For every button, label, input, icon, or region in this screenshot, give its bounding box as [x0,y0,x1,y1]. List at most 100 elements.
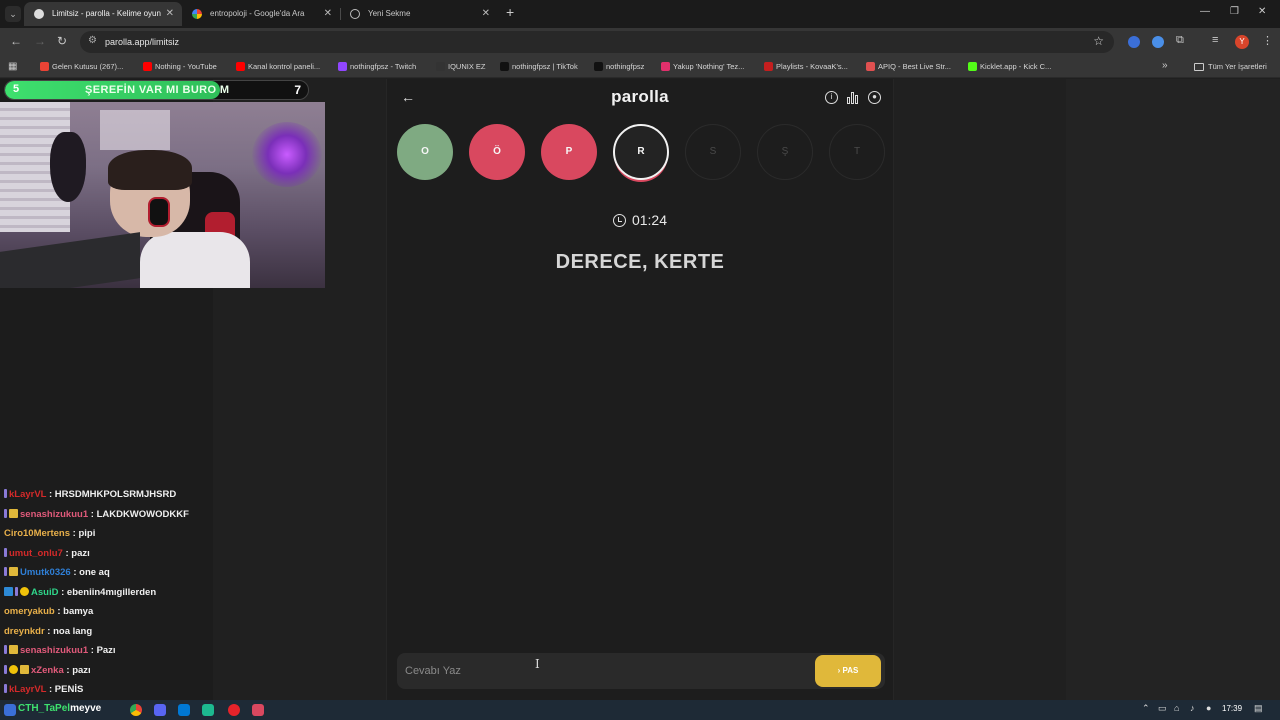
bookmark-item[interactable]: Playlists - KovaaK's... [764,56,848,78]
chat-separator: : [88,508,97,520]
profile-avatar[interactable]: Y [1235,35,1249,49]
bookmark-star-icon[interactable]: ☆ [1093,34,1104,48]
start-icon[interactable] [4,704,16,716]
chat-separator: : [58,586,67,598]
stick-badge-icon [4,567,7,576]
app-taskbar-icon[interactable] [202,704,214,716]
discord-taskbar-icon[interactable] [154,704,166,716]
close-icon[interactable]: ✕ [324,2,332,26]
pas-button[interactable]: › PAS [815,655,881,687]
answer-input[interactable] [405,657,805,685]
bookmark-item[interactable]: APIQ - Best Live Str... [866,56,951,78]
extensions-puzzle-icon[interactable]: ⧉ [1176,34,1184,47]
extension-icon[interactable] [1152,36,1164,48]
chat-username: Ciro10Mertens [4,528,70,539]
stick-badge-icon [15,586,18,596]
bookmark-item[interactable]: nothingfpsz - Twitch [338,56,416,78]
letter-correct: O [397,124,453,180]
ticker-suffix: meyve [70,703,102,714]
tab-google[interactable]: entropoloji - Google'da Ara ✕ [182,2,340,26]
chat-separator: : [54,606,64,617]
close-icon[interactable]: ✕ [482,2,490,26]
network-icon[interactable]: ⌂ [1174,703,1179,713]
user-icon[interactable]: ● [868,91,881,104]
letter-pending: S [685,124,741,180]
chat-username: omeryakub [4,606,55,617]
forward-button[interactable]: → [34,34,46,48]
all-bookmarks-label: Tüm Yer İşaretleri [1208,62,1267,71]
chat-message: umut_onlu7 : pazı [4,547,214,568]
google-favicon-icon [192,9,202,19]
address-bar[interactable]: ⚙ parolla.app/limitsiz ☆ [80,31,1114,53]
stats-icon[interactable] [847,91,860,104]
bookmark-label: Gelen Kutusu (267)... [52,62,124,71]
reading-list-icon[interactable]: ≡ [1212,34,1218,46]
bookmark-label: APIQ - Best Live Str... [878,62,951,71]
chat-separator: : [46,684,55,695]
mod-badge-icon [4,586,13,596]
bookmark-item[interactable]: Kanal kontrol paneli... [236,56,320,78]
chat-username: dreynkdr [4,625,45,637]
tray-chevron-icon[interactable]: ⌃ [1142,703,1150,714]
tab-parolla[interactable]: Limitsiz - parolla - Kelime oyun ✕ [24,2,182,26]
close-icon[interactable]: ✕ [166,2,174,26]
bookmark-item[interactable]: Kicklet.app - Kick C... [968,56,1051,78]
taskbar: CTH_TaPelmeyve ⌃ ▭ ⌂ ♪ ● 17:39 ▤ [0,700,1280,720]
bookmark-item[interactable]: Nothing - YouTube [143,56,217,78]
volume-icon[interactable]: ♪ [1190,703,1195,713]
extension-icon[interactable] [1128,36,1140,48]
apps-grid-icon[interactable]: ▦ [8,61,17,72]
chat-text: pipi [78,528,96,539]
app-taskbar-icon[interactable] [178,704,190,716]
tab-new[interactable]: Yeni Sekme ✕ [340,2,498,26]
chat-message: senashizukuu1 : Pazı [4,645,214,665]
bookmark-item[interactable]: nothingfpsz [594,56,644,78]
microphone-icon[interactable]: ● [1206,703,1211,713]
app-taskbar-icon[interactable] [252,704,264,716]
site-info-icon[interactable]: ⚙ [88,35,100,47]
menu-kebab-icon[interactable]: ⋮ [1262,34,1273,47]
goal-right-value: 7 [294,83,301,97]
bookmark-label: nothingfpsz - Twitch [350,62,417,71]
chat-message: AsuiD : ebeniin4mıgillerden [4,586,214,607]
chat-message: Umutk0326 : one aq [4,567,214,587]
chat-username: kLayrVL [9,684,47,695]
all-bookmarks-folder[interactable]: Tüm Yer İşaretleri [1194,56,1267,78]
tray-icon[interactable]: ▭ [1158,703,1167,714]
bookmark-item[interactable]: Yakup 'Nothing' Tez... [661,56,744,78]
bookmark-favicon-icon [764,62,773,71]
minimize-button[interactable]: — [1200,6,1210,17]
bookmark-label: Playlists - KovaaK's... [776,62,848,71]
restore-button[interactable]: ❐ [1230,6,1239,17]
tab-search-button[interactable]: ⌄ [5,6,21,22]
goal-title: ŞEREFİN VAR MI BURO M [85,84,230,96]
window-close-button[interactable]: ✕ [1258,6,1266,17]
letter-wheel: OÖPRSŞT [397,124,887,184]
back-button[interactable]: ← [10,34,22,48]
bookmark-favicon-icon [500,62,509,71]
notification-icon[interactable]: ▤ [1254,703,1263,714]
clue-text: DERECE, KERTE [555,251,725,273]
info-icon[interactable]: i [825,91,838,104]
reload-button[interactable]: ↻ [57,34,67,48]
chat-message: Ciro10Mertens : pipi [4,528,214,548]
bookmark-item[interactable]: IQUNIX EZ [436,56,486,78]
timer-value: 01:24 [631,212,668,228]
chat-text: bamya [63,606,94,617]
bookmark-favicon-icon [40,62,49,71]
bookmark-item[interactable]: nothingfpsz | TikTok [500,56,578,78]
chrome-taskbar-icon[interactable] [130,704,142,716]
chat-separator: : [46,489,55,500]
warn-badge-icon [9,664,18,674]
parolla-favicon-icon [34,9,44,19]
bookmark-favicon-icon [236,62,245,71]
chat-text: pazı [71,547,90,559]
new-tab-button[interactable]: + [506,4,514,20]
chat-username: umut_onlu7 [9,547,63,559]
obs-taskbar-icon[interactable] [228,704,240,716]
bookmark-item[interactable]: Gelen Kutusu (267)... [40,56,123,78]
sub-badge-icon [9,508,18,518]
chat-username: kLayrVL [9,489,47,500]
more-bookmarks-icon[interactable]: » [1162,60,1168,71]
chat-username: senashizukuu1 [20,508,89,520]
